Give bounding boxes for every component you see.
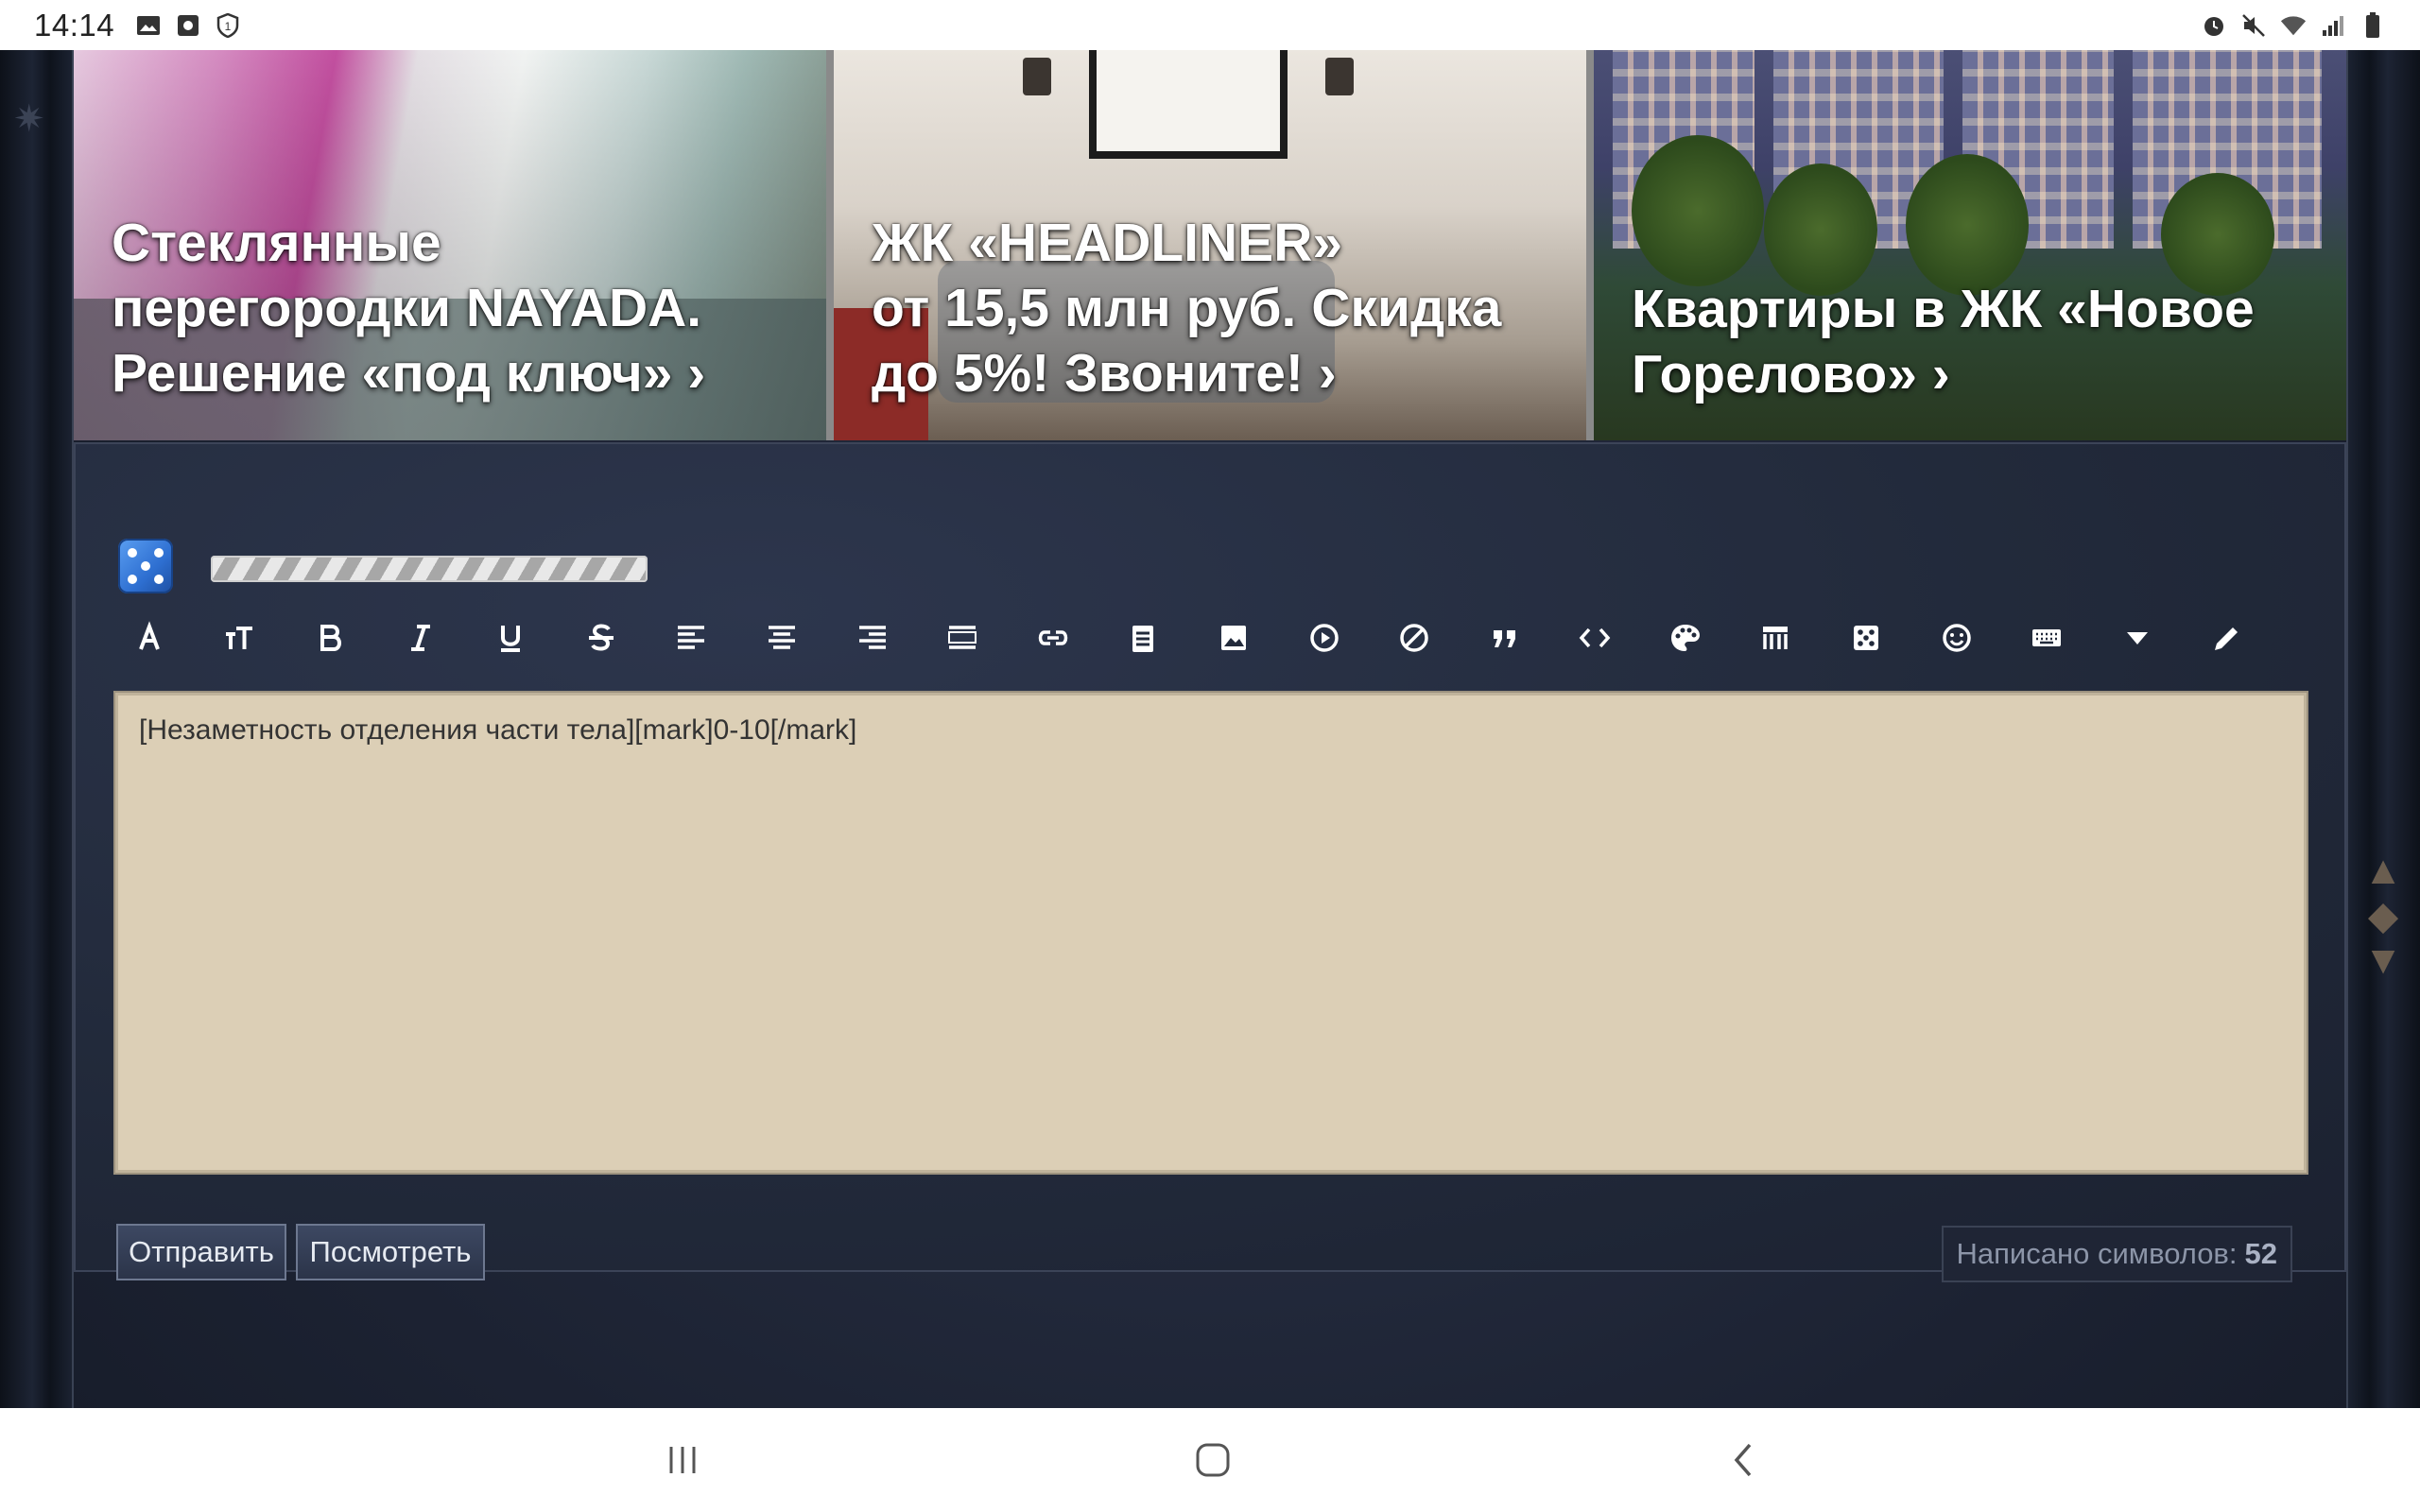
table-icon[interactable] (1731, 605, 1822, 671)
pencil-icon[interactable] (2183, 605, 2273, 671)
ornament-icon: ✷ (13, 98, 45, 140)
wifi-icon (2280, 12, 2307, 39)
ad-tree (1906, 154, 2029, 296)
clock: 14:14 (34, 7, 115, 43)
ad-text[interactable]: ЖК «HEADLINER» от 15,5 млн руб. Скидка д… (834, 211, 1501, 406)
message-textarea[interactable]: [Незаметность отделения части тела][mark… (115, 693, 2307, 1173)
counter-label: Написано символов: (1956, 1237, 2238, 1270)
page: ✷ Стеклянные перегородки NAYADA. Решение… (0, 50, 2420, 1458)
ad-line: ЖК «HEADLINER» (872, 213, 1343, 273)
recent-apps-icon[interactable] (654, 1436, 711, 1484)
ad-line: от 15,5 млн руб. Скидка (872, 278, 1502, 338)
smiley-icon[interactable] (1911, 605, 2002, 671)
system-navigation-bar (0, 1408, 2420, 1512)
palette-icon[interactable] (1640, 605, 1731, 671)
ad-line: до 5%! Звоните! › (872, 343, 1337, 404)
ad-line: Стеклянные (112, 213, 441, 273)
svg-text:1: 1 (225, 20, 232, 33)
font-size-icon[interactable] (195, 605, 285, 671)
counter-value: 52 (2244, 1237, 2277, 1270)
ad-banner: Стеклянные перегородки NAYADA. Решение «… (74, 50, 2346, 440)
scroll-up-icon[interactable]: ▲ (2363, 850, 2403, 890)
code-icon[interactable] (1550, 605, 1641, 671)
left-decorative-rail: ✷ (0, 50, 74, 1408)
ad-picture-frame (1089, 50, 1288, 159)
video-icon[interactable] (1279, 605, 1370, 671)
link-icon[interactable] (1008, 605, 1098, 671)
underline-icon[interactable] (465, 605, 556, 671)
status-bar: 14:14 1 (0, 0, 2420, 50)
quote-icon[interactable] (1460, 605, 1550, 671)
back-icon[interactable] (1715, 1436, 1772, 1484)
scroll-navigation: ▲ ◆ ▼ (2358, 850, 2409, 980)
bold-icon[interactable] (285, 605, 375, 671)
ad-lamp (1325, 58, 1354, 95)
align-center-icon[interactable] (736, 605, 827, 671)
ad-line: Горелово» › (1632, 344, 1950, 404)
italic-icon[interactable] (375, 605, 466, 671)
ad-text[interactable]: Квартиры в ЖК «Новое Горелово» › (1594, 277, 2255, 407)
ad-glass-partitions[interactable]: Стеклянные перегородки NAYADA. Решение «… (74, 50, 826, 440)
scroll-middle-icon[interactable]: ◆ (2368, 895, 2398, 935)
alarm-icon (2201, 12, 2227, 39)
no-entry-icon[interactable] (1369, 605, 1460, 671)
font-color-icon[interactable] (104, 605, 195, 671)
ad-lamp (1023, 58, 1051, 95)
battery-icon (2360, 11, 2386, 39)
ad-novoe-gorelovo[interactable]: Квартиры в ЖК «Новое Горелово» › (1594, 50, 2346, 440)
ad-text[interactable]: Стеклянные перегородки NAYADA. Решение «… (74, 211, 705, 406)
image-icon (135, 12, 162, 39)
vpn-shield-icon: 1 (215, 12, 241, 39)
justify-icon[interactable] (917, 605, 1008, 671)
character-counter: Написано символов: 52 (1941, 1226, 2292, 1282)
align-left-icon[interactable] (647, 605, 737, 671)
ad-line: Квартиры в ЖК «Новое (1632, 279, 2255, 339)
signal-icon (2320, 12, 2346, 39)
mute-icon (2240, 12, 2267, 39)
ad-tree (1764, 163, 1877, 296)
preview-button[interactable]: Посмотреть (296, 1224, 485, 1280)
keyboard-icon[interactable] (2001, 605, 2092, 671)
editor-toolbar (104, 605, 2316, 671)
ad-line: перегородки NAYADA. (112, 278, 702, 338)
dropdown-icon[interactable] (2092, 605, 2183, 671)
scroll-down-icon[interactable]: ▼ (2363, 940, 2403, 980)
send-button[interactable]: Отправить (116, 1224, 286, 1280)
dice-roll-button[interactable] (118, 539, 173, 593)
clipboard-icon[interactable] (1098, 605, 1189, 671)
strikethrough-icon[interactable] (556, 605, 647, 671)
dice-icon[interactable] (1821, 605, 1911, 671)
image-icon[interactable] (1188, 605, 1279, 671)
camera-app-icon (175, 12, 201, 39)
reply-form: [Незаметность отделения части тела][mark… (74, 442, 2346, 1282)
ad-line: Решение «под ключ» › (112, 343, 706, 404)
align-right-icon[interactable] (827, 605, 918, 671)
right-decorative-rail (2346, 50, 2420, 1408)
home-icon[interactable] (1184, 1436, 1241, 1484)
loading-progress-bar (211, 556, 648, 582)
ad-headliner[interactable]: ЖК «HEADLINER» от 15,5 млн руб. Скидка д… (834, 50, 1586, 440)
ad-tree (1632, 135, 1764, 286)
